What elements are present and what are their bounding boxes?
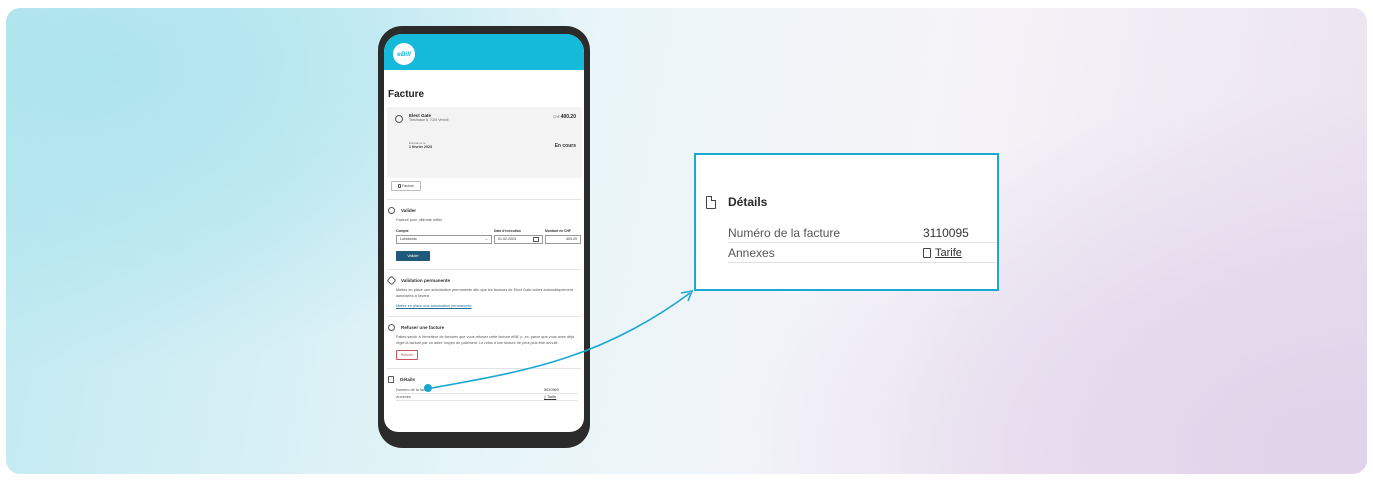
date-value: 01.02.2023	[498, 237, 516, 241]
zoom-row-invoice-number: Numéro de la facture 3110095	[728, 223, 997, 243]
zoom-annexes-link-label: Tarife	[935, 246, 962, 259]
details-title: Détails	[400, 376, 416, 382]
validate-form: Compte Lohnkonto ⌄ Date d'exécution 01.0…	[396, 229, 584, 244]
chevron-down-icon: ⌄	[484, 237, 488, 241]
amount-value: 400.20	[560, 114, 576, 120]
user-icon	[388, 207, 395, 214]
refuse-section-title: Refuser une facture	[388, 323, 584, 331]
document-icon	[923, 247, 931, 258]
account-label: Compte	[396, 229, 409, 233]
refuse-title: Refuser une facture	[401, 324, 445, 330]
divider	[387, 367, 581, 369]
invoice-number-value: 5020969	[544, 387, 559, 392]
refuse-text: Faites savoir à l'émetteur de factures q…	[396, 334, 575, 345]
document-icon	[388, 375, 394, 383]
details-zoom-panel: Détails Numéro de la facture 3110095 Ann…	[694, 153, 999, 291]
account-field-group: Compte Lohnkonto ⌄	[396, 229, 492, 244]
calendar-icon[interactable]	[533, 236, 539, 242]
divider	[387, 315, 581, 317]
refuser-button[interactable]: Refuser	[396, 349, 418, 360]
currency: CHF	[553, 115, 560, 119]
date-field-group: Date d'exécution 01.02.2023	[494, 229, 543, 244]
phone-mockup: eBill Facture Elect Gate Teilstrasse 5, …	[378, 26, 590, 448]
annexes-label: Annexes	[396, 394, 411, 399]
permanent-section-title: Validation permanente	[386, 275, 584, 285]
document-icon	[706, 195, 716, 209]
permanent-text: Mettez en place une autorisation permane…	[396, 287, 573, 298]
annexes-link[interactable]: ▯ Tarife	[544, 394, 578, 399]
page-title: Facture	[388, 89, 425, 100]
account-value: Lohnkonto	[400, 237, 417, 241]
account-select[interactable]: Lohnkonto ⌄	[396, 234, 492, 244]
zoom-details-title: Détails	[728, 195, 768, 209]
details-section-title: Détails	[388, 375, 584, 383]
zoom-invoice-number-label: Numéro de la facture	[728, 225, 841, 240]
amount-field-group: Montant en CHF 400.20	[545, 229, 581, 244]
background-frame	[6, 8, 1367, 474]
permanent-title: Validation permanente	[401, 277, 451, 283]
link-icon	[386, 275, 397, 285]
biller-address: Teilstrasse 5, 7024 Versell	[409, 118, 449, 122]
date-input[interactable]: 01.02.2023	[494, 234, 543, 244]
date-label: Date d'exécution	[494, 229, 521, 233]
validate-note: Facture pour ultimate lettler	[396, 218, 443, 222]
lightbulb-icon	[395, 115, 403, 123]
detail-row-annexes: Annexes ▯ Tarife	[396, 394, 578, 401]
due-date: 1 février 2023	[409, 145, 432, 149]
invoice-amount: CHF400.20	[553, 114, 576, 120]
ebill-logo: eBill	[393, 43, 415, 65]
amount-input[interactable]: 400.20	[545, 234, 581, 244]
zoom-details-header: Détails	[706, 195, 767, 209]
permanent-authorization-link[interactable]: Mettre en place une autorisation permane…	[396, 304, 584, 308]
valider-button[interactable]: Valider	[396, 250, 430, 261]
amount-label: Montant en CHF	[545, 229, 571, 233]
annexes-link-label: Tarife	[547, 395, 557, 399]
status-badge: En cours	[554, 143, 576, 149]
app-header: eBill	[384, 34, 584, 70]
zoom-annexes-link[interactable]: Tarife	[923, 247, 962, 259]
zoom-row-annexes: Annexes Tarife	[728, 243, 997, 263]
facture-button-label: Facture	[402, 184, 414, 188]
callout-dot	[424, 384, 432, 392]
document-icon	[398, 184, 402, 188]
zoom-annexes-label: Annexes	[728, 245, 775, 260]
validate-section-title: Valider	[388, 207, 584, 214]
block-icon	[388, 323, 395, 331]
phone-screen: eBill Facture Elect Gate Teilstrasse 5, …	[384, 34, 584, 432]
divider	[387, 199, 581, 200]
zoom-invoice-number-value: 3110095	[923, 225, 969, 240]
divider	[387, 268, 581, 270]
facture-button[interactable]: Facture	[391, 181, 421, 191]
invoice-card: Elect Gate Teilstrasse 5, 7024 Versell C…	[387, 107, 582, 178]
validate-title: Valider	[401, 208, 417, 213]
